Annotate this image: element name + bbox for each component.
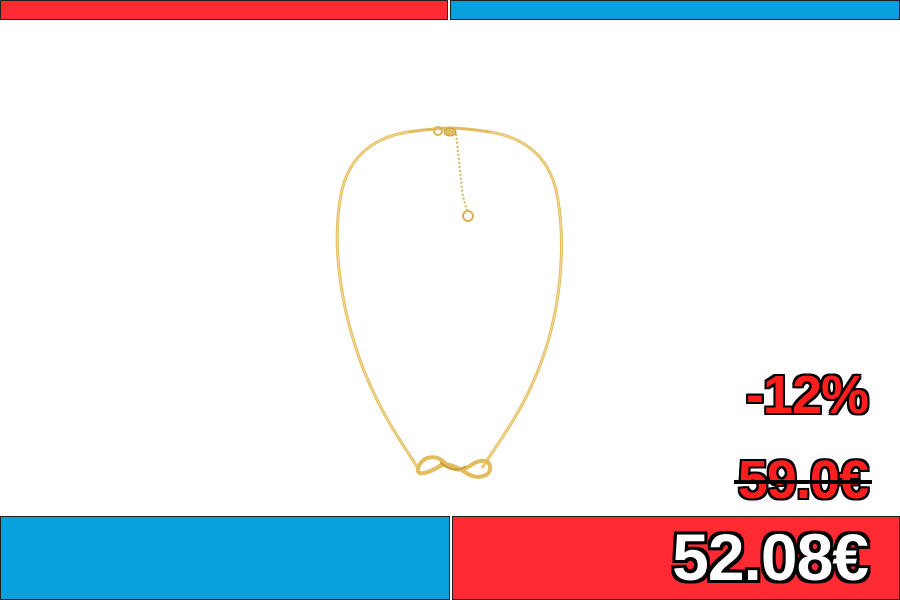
top-bar-red [0, 0, 448, 20]
strikethrough-line [733, 480, 872, 484]
new-price: 52.08€ [672, 520, 869, 594]
top-bar-blue [450, 0, 900, 20]
product-image [300, 110, 600, 500]
gold-necklace-icon [335, 126, 563, 479]
old-price: 59.0€ [733, 453, 872, 507]
discount-label: -12% [745, 365, 869, 425]
bottom-bar-blue [0, 516, 450, 600]
